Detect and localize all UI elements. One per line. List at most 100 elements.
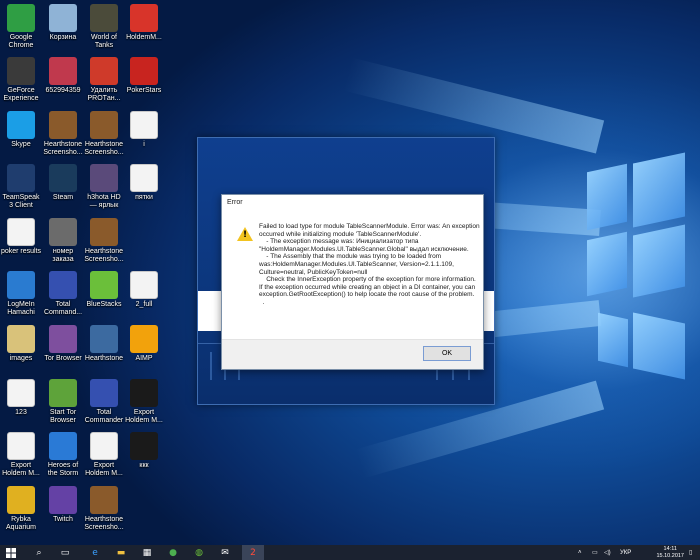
desktop-icon[interactable]: Steam [42, 164, 84, 202]
search-icon[interactable]: ⌕ [28, 545, 50, 560]
error-dialog: Error ! Failed to load type for module T… [221, 194, 484, 370]
desktop-icon[interactable]: World of Tanks [83, 4, 125, 50]
dialog-content: ! Failed to load type for module TableSc… [222, 210, 483, 340]
desktop-icon[interactable]: номер заказа [42, 218, 84, 264]
desktop-icon[interactable]: пятки [123, 164, 165, 202]
geforce-icon [7, 57, 35, 85]
input-language[interactable]: УКР [620, 545, 631, 560]
heroes-icon [90, 164, 118, 192]
desktop-icon-label: Skype [11, 141, 31, 148]
desktop-icon[interactable]: images [0, 325, 42, 363]
teamspeak-icon [7, 164, 35, 192]
volume-icon[interactable]: ◁) [604, 545, 611, 560]
mail-icon[interactable]: ✉ [214, 545, 236, 560]
holdem-manager-icon [130, 4, 158, 32]
desktop-icon[interactable]: Hearthstone Screensho... [83, 486, 125, 532]
desktop-icon[interactable]: i [123, 111, 165, 149]
desktop-icon-label: номер заказа [52, 248, 74, 263]
desktop-icon[interactable]: Total Commander [83, 379, 125, 425]
desktop-icon[interactable]: 652994359 [42, 57, 84, 95]
desktop-icon[interactable]: Heroes of the Storm [42, 432, 84, 478]
recycle-bin-icon [49, 4, 77, 32]
twitch-icon [49, 486, 77, 514]
desktop-icon-label: пятки [135, 194, 153, 201]
desktop-icon-label: h3hota HD — ярлык [87, 194, 121, 209]
desktop-icon[interactable]: HoldemM... [123, 4, 165, 42]
tor-taskbar-icon[interactable]: ◍ [188, 545, 210, 560]
desktop-icon[interactable]: 2_full [123, 271, 165, 309]
desktop-icon[interactable]: poker results [0, 218, 42, 256]
desktop-icon-label: Rybka Aquarium [6, 516, 36, 531]
total-commander-icon [49, 271, 77, 299]
world-of-tanks-icon [90, 4, 118, 32]
hamachi-icon [7, 271, 35, 299]
desktop-icon-label: Start Tor Browser [49, 409, 77, 424]
desktop-icon[interactable]: PokerStars [123, 57, 165, 95]
desktop-icon[interactable]: Export Holdem M... [123, 379, 165, 425]
desktop-icon-label: HoldemM... [126, 34, 162, 41]
desktop-icon[interactable]: Hearthstone Screensho... [42, 111, 84, 157]
desktop-icon-label: Корзина [49, 34, 77, 41]
desktop-icon-label: Total Commander [84, 409, 124, 424]
desktop-icon-label: Export Holdem M... [2, 462, 40, 477]
text-file-icon [7, 432, 35, 460]
desktop-icon[interactable]: GeForce Experience [0, 57, 42, 103]
bluestacks-icon [90, 271, 118, 299]
screenshot-icon [90, 218, 118, 246]
desktop-icon[interactable]: Twitch [42, 486, 84, 524]
image-file-icon [49, 57, 77, 85]
chrome-icon [7, 4, 35, 32]
chrome-taskbar-icon[interactable]: ● [162, 545, 184, 560]
desktop-icon-label: images [9, 355, 33, 362]
desktop-icon-label: 123 [15, 409, 27, 416]
dialog-footer: OK [222, 339, 483, 369]
edge-icon[interactable]: e [84, 545, 106, 560]
desktop-icon-label: TeamSpeak 3 Client [2, 194, 40, 209]
tor-browser-icon [49, 325, 77, 353]
clock[interactable]: 14:11 15.10.2017 [656, 546, 684, 559]
desktop-icon[interactable]: Tor Browser [42, 325, 84, 363]
console-icon [130, 432, 158, 460]
task-view-icon[interactable]: ▭ [54, 545, 76, 560]
desktop-icon[interactable]: Google Chrome [0, 4, 42, 50]
desktop-icon[interactable]: Skype [0, 111, 42, 149]
holdem-manager-taskbar-icon[interactable]: 2 [242, 545, 264, 560]
desktop-icon-label: Steam [52, 194, 74, 201]
notifications-icon[interactable]: ▯ [689, 545, 692, 560]
desktop-icon[interactable]: Корзина [42, 4, 84, 42]
desktop-icon[interactable]: Hearthstone [83, 325, 125, 363]
desktop-icon[interactable]: 123 [0, 379, 42, 417]
desktop-icon[interactable]: Hearthstone Screensho... [83, 111, 125, 157]
store-icon[interactable]: ▦ [136, 545, 158, 560]
desktop-icon[interactable]: Start Tor Browser [42, 379, 84, 425]
desktop-icon[interactable]: TeamSpeak 3 Client [0, 164, 42, 210]
desktop-icon-label: poker results [0, 248, 42, 255]
start-button[interactable] [0, 545, 22, 560]
desktop-icon-label: Export Holdem M... [85, 462, 123, 477]
desktop-icon-label: 652994359 [45, 87, 81, 94]
ok-button[interactable]: OK [423, 346, 471, 361]
file-explorer-icon[interactable]: ▬ [110, 545, 132, 560]
desktop-icon[interactable]: Hearthstone Screensho... [83, 218, 125, 264]
desktop-icon[interactable]: h3hota HD — ярлык [83, 164, 125, 210]
text-file-icon [7, 218, 35, 246]
desktop-icon[interactable]: Export Holdem M... [0, 432, 42, 478]
desktop-icon-label: Hearthstone Screensho... [84, 248, 124, 263]
desktop-icon[interactable]: BlueStacks [83, 271, 125, 309]
desktop-icon-label: Hearthstone Screensho... [84, 516, 124, 531]
desktop-icon[interactable]: Total Command... [42, 271, 84, 317]
text-file-icon [130, 111, 158, 139]
desktop-icon[interactable]: ккк [123, 432, 165, 470]
desktop-icon-label: BlueStacks [86, 301, 122, 308]
desktop-icon[interactable]: Rybka Aquarium [0, 486, 42, 532]
desktop-icon[interactable]: AIMP [123, 325, 165, 363]
hearthstone-icon [90, 325, 118, 353]
desktop-icon[interactable]: Export Holdem M... [83, 432, 125, 478]
console-icon [130, 379, 158, 407]
tray-arrow-icon[interactable]: ˄ [578, 545, 582, 560]
tor-globe-icon [49, 379, 77, 407]
desktop-icon[interactable]: LogMeIn Hamachi [0, 271, 42, 317]
network-icon[interactable]: ▭ [592, 545, 598, 560]
desktop-icon[interactable]: Удалить PROTан... [83, 57, 125, 103]
image-file-icon [49, 218, 77, 246]
